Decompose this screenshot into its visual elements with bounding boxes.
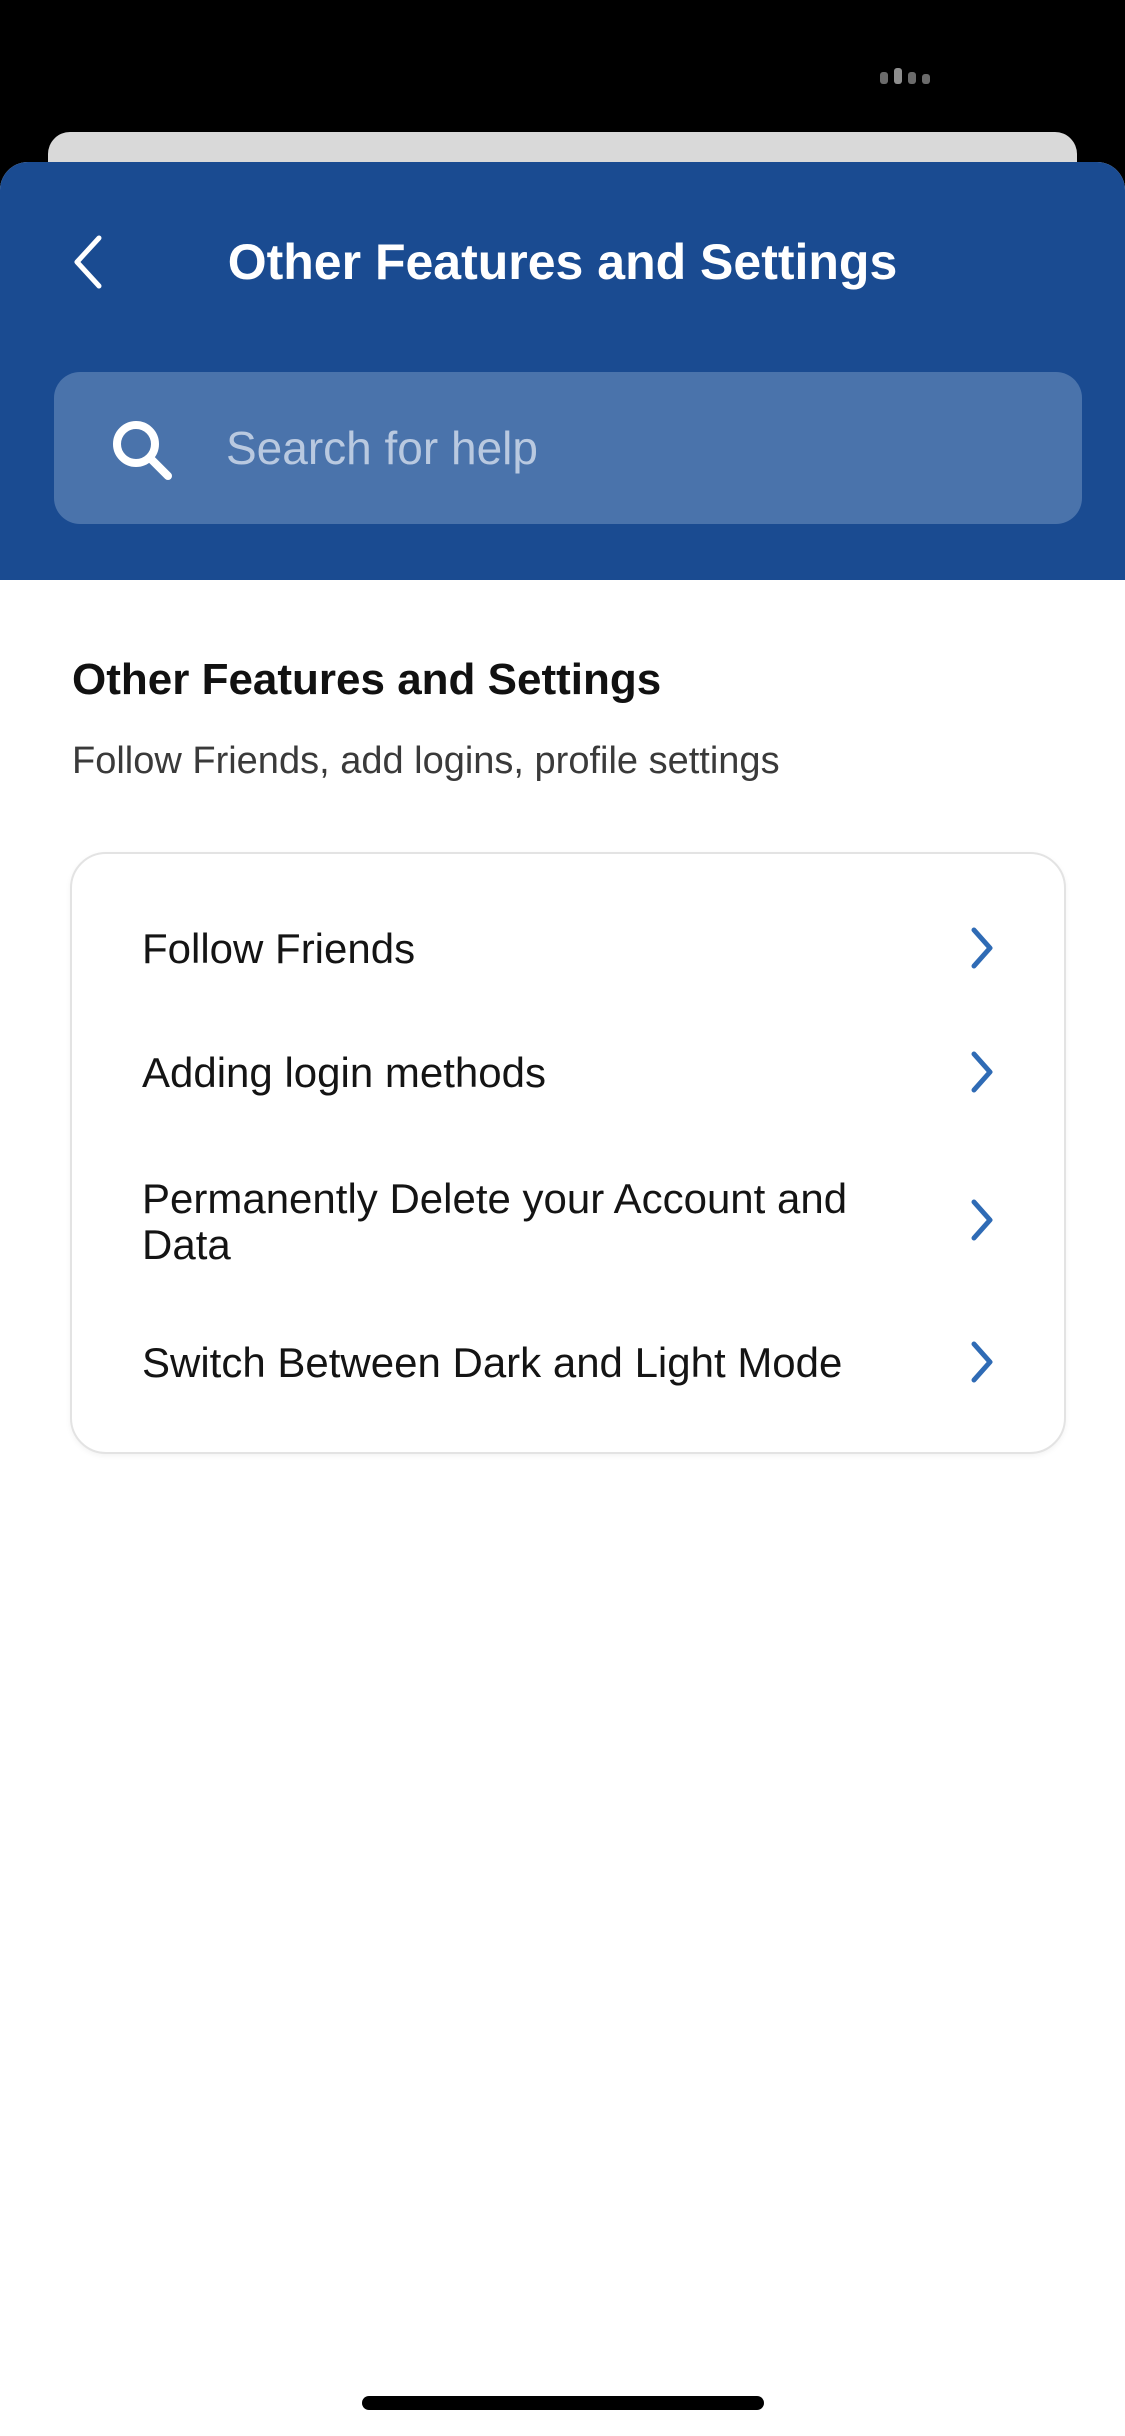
header: Other Features and Settings <box>0 162 1125 580</box>
article-row-follow-friends[interactable]: Follow Friends <box>72 904 1064 994</box>
article-row-dark-light-mode[interactable]: Switch Between Dark and Light Mode <box>72 1318 1064 1408</box>
article-label: Switch Between Dark and Light Mode <box>142 1339 843 1386</box>
chevron-right-icon <box>971 1199 993 1241</box>
help-sheet: Other Features and Settings Other Featur… <box>0 162 1125 2436</box>
article-row-adding-login-methods[interactable]: Adding login methods <box>72 1028 1064 1118</box>
search-input[interactable] <box>226 372 1046 524</box>
chevron-right-icon <box>971 927 993 969</box>
chevron-left-icon <box>74 235 102 289</box>
article-label: Adding login methods <box>142 1049 546 1096</box>
chevron-right-icon <box>971 1341 993 1383</box>
article-label: Permanently Delete your Account and Data <box>142 1175 848 1268</box>
signal-indicator-icon <box>880 68 930 84</box>
home-indicator[interactable] <box>362 2396 764 2410</box>
section-subtitle: Follow Friends, add logins, profile sett… <box>72 740 780 782</box>
search-icon <box>113 421 172 480</box>
section-title: Other Features and Settings <box>72 655 662 704</box>
article-row-delete-account[interactable]: Permanently Delete your Account and Data <box>72 1150 1064 1290</box>
chevron-right-icon <box>971 1051 993 1093</box>
back-button[interactable] <box>56 224 120 300</box>
search-bar[interactable] <box>54 372 1082 524</box>
page-title: Other Features and Settings <box>227 234 898 290</box>
article-label: Follow Friends <box>142 925 416 972</box>
articles-card: Follow Friends Adding login methods Perm… <box>70 852 1066 1454</box>
